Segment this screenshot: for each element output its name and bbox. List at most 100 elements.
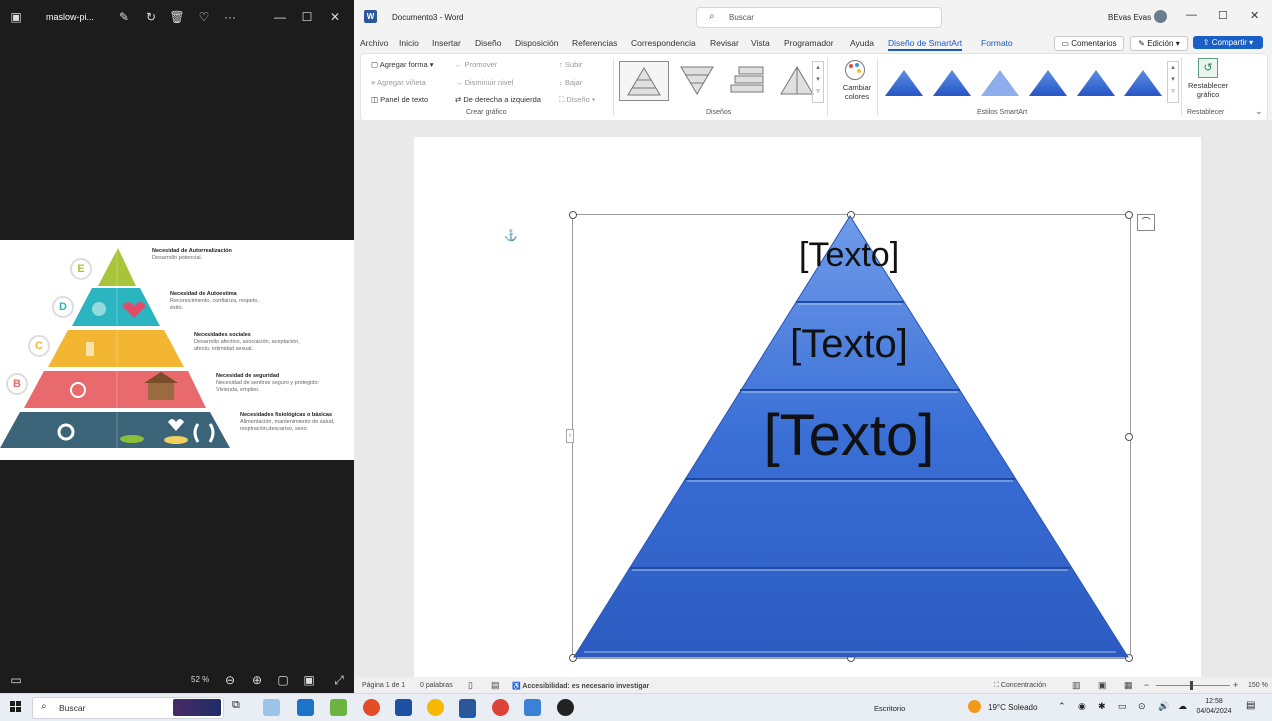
change-colors-button[interactable]: Cambiar colores	[837, 60, 873, 108]
add-bullet-button[interactable]: ≡ Agregar viñeta	[371, 78, 426, 87]
tab-vista[interactable]: Vista	[751, 38, 770, 48]
layout-options-icon[interactable]: ⌒	[1137, 214, 1155, 231]
add-shape-label: Agregar forma	[379, 60, 428, 69]
notepad-app-icon[interactable]	[330, 699, 347, 716]
print-layout-icon[interactable]: ▣	[1098, 680, 1107, 691]
fit-window-icon[interactable]: ▢	[275, 672, 291, 688]
minimize-icon[interactable]: —	[272, 9, 288, 25]
read-mode-icon[interactable]: ▥	[1072, 680, 1081, 691]
smartart-text-level-3[interactable]: [Texto]	[739, 402, 959, 469]
firefox-icon[interactable]	[427, 699, 444, 716]
move-up-button[interactable]: ↑ Subir	[559, 60, 582, 69]
more-options-icon[interactable]: ···	[222, 9, 238, 25]
move-down-button[interactable]: ↓ Bajar	[559, 78, 582, 87]
tab-referencias[interactable]: Referencias	[572, 38, 617, 48]
desktop-label[interactable]: Escritorio	[874, 704, 905, 713]
user-name[interactable]: BEvas Evas	[1108, 13, 1151, 22]
fullscreen-icon[interactable]: ⤢	[331, 672, 347, 688]
web-layout-icon[interactable]: ▦	[1124, 680, 1133, 691]
reset-graphic-button[interactable]: ↺ Restablecer gráfico	[1185, 58, 1231, 106]
share-button[interactable]: ⇪ Compartir ▾	[1193, 36, 1263, 49]
meet-icon[interactable]: ◉	[1078, 701, 1086, 712]
text-pane-button[interactable]: ◫ Panel de texto	[371, 95, 428, 104]
filmstrip-icon[interactable]: ▭	[8, 672, 24, 688]
tab-revisar[interactable]: Revisar	[710, 38, 739, 48]
search-box[interactable]: ⌕ Buscar	[696, 7, 942, 28]
delete-icon[interactable]: 🗑	[169, 9, 185, 25]
right-to-left-button[interactable]: ⇄ De derecha a izquierda	[455, 95, 541, 104]
zoom-out-icon[interactable]: ⊖	[222, 672, 238, 688]
mail-icon[interactable]	[395, 699, 412, 716]
accessibility-status[interactable]: ♿ Accesibilidad: es necesario investigar	[512, 682, 649, 690]
notifications-icon[interactable]: ▤	[1246, 700, 1255, 711]
close-icon[interactable]: ✕	[327, 9, 343, 25]
tab-insertar[interactable]: Insertar	[432, 38, 461, 48]
maximize-icon[interactable]: ☐	[1218, 9, 1228, 22]
battery-icon[interactable]: ▭	[1118, 701, 1127, 712]
promote-button[interactable]: ← Promover	[455, 60, 497, 69]
chrome-2-icon[interactable]	[492, 699, 509, 716]
editing-button[interactable]: ✎ Edición ▾	[1130, 36, 1188, 51]
tab-formato[interactable]: Formato	[981, 38, 1013, 48]
user-avatar[interactable]	[1154, 10, 1167, 23]
tab-ayuda[interactable]: Ayuda	[850, 38, 874, 48]
tray-chevron-icon[interactable]: ⌃	[1058, 701, 1066, 712]
photos-taskbar-icon[interactable]	[524, 699, 541, 716]
zoom-percent[interactable]: 150 %	[1248, 682, 1268, 689]
demote-button[interactable]: → Disminuir nivel	[455, 78, 513, 87]
smartart-style-thumbnails[interactable]	[881, 60, 1171, 100]
styles-scroll[interactable]: ▴ ▾ ▿	[1167, 61, 1179, 103]
rotate-icon[interactable]: ↻	[143, 9, 159, 25]
layout-button[interactable]: ⛶ Diseño ▾	[559, 95, 595, 105]
comments-button[interactable]: ▭ Comentarios	[1054, 36, 1124, 51]
zoom-in-icon[interactable]: +	[1233, 680, 1238, 690]
collapse-ribbon-icon[interactable]: ⌄	[1255, 106, 1263, 117]
document-page[interactable]: ⚓ ‹ ⌒ [Texto] [Texto] [Texto]	[414, 137, 1201, 677]
smartart-text-level-2[interactable]: [Texto]	[774, 322, 924, 367]
page-count[interactable]: Página 1 de 1	[362, 682, 405, 689]
widgets-icon[interactable]	[263, 699, 280, 716]
task-view-icon[interactable]: ⧉	[232, 699, 249, 716]
close-icon[interactable]: ✕	[1250, 9, 1259, 22]
store-icon[interactable]	[297, 699, 314, 716]
tab-correspondencia[interactable]: Correspondencia	[631, 38, 696, 48]
bluetooth-icon[interactable]: ✱	[1098, 701, 1106, 712]
zoom-slider[interactable]	[1156, 681, 1230, 690]
layout-segmented-pyramid[interactable]	[777, 61, 817, 99]
speaker-icon[interactable]: 🔊	[1158, 701, 1169, 712]
tab-diseno-smartart[interactable]: Diseño de SmartArt	[888, 38, 963, 51]
obs-icon[interactable]	[557, 699, 574, 716]
maximize-icon[interactable]: ☐	[299, 9, 315, 25]
layout-inverted-pyramid[interactable]	[673, 61, 721, 99]
actual-size-icon[interactable]: ▣	[301, 672, 317, 688]
anchor-icon[interactable]: ⚓	[504, 229, 518, 242]
tab-disposicion[interactable]: Disposición	[515, 38, 558, 48]
tab-diseno[interactable]: Diseño	[475, 38, 501, 48]
favorite-heart-icon[interactable]: ♡	[196, 9, 212, 25]
zoom-out-icon[interactable]: −	[1144, 680, 1149, 690]
edit-icon[interactable]: ✎	[116, 9, 132, 25]
proofing-icon[interactable]: ▯	[468, 680, 473, 691]
tab-archivo[interactable]: Archivo	[360, 38, 388, 48]
add-shape-button[interactable]: ▢ Agregar forma ▾	[371, 60, 434, 69]
smartart-text-level-1[interactable]: [Texto]	[799, 236, 899, 275]
windows-start-icon[interactable]	[10, 701, 22, 713]
tab-programador[interactable]: Programador	[784, 38, 834, 48]
weather-text[interactable]: 19°C Soleado	[988, 703, 1037, 712]
cloud-icon[interactable]: ☁	[1178, 701, 1187, 712]
network-icon[interactable]: ⊙	[1138, 701, 1146, 712]
word-count[interactable]: 0 palabras	[420, 682, 453, 689]
layouts-scroll[interactable]: ▴ ▾ ▿	[812, 61, 824, 103]
taskbar-search[interactable]: ⌕ Buscar	[32, 697, 224, 719]
zoom-in-icon[interactable]: ⊕	[249, 672, 265, 688]
text-predictions-icon[interactable]: ▤	[491, 680, 500, 691]
layout-pyramid-list[interactable]	[725, 61, 773, 99]
word-taskbar-icon[interactable]	[459, 699, 476, 718]
tab-inicio[interactable]: Inicio	[399, 38, 419, 48]
focus-button[interactable]: ⛶ Concentración	[994, 682, 1046, 690]
clock[interactable]: 12:58 04/04/2024	[1196, 697, 1232, 717]
chrome-icon[interactable]	[363, 699, 380, 716]
layout-pyramid-selected[interactable]	[619, 61, 669, 101]
zoom-slider-thumb[interactable]	[1190, 681, 1193, 690]
minimize-icon[interactable]: —	[1186, 9, 1197, 21]
